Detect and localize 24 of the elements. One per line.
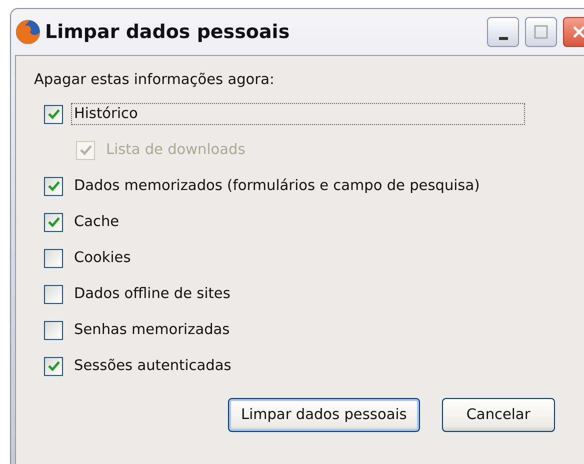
checkbox[interactable] — [44, 248, 63, 268]
section-heading: Apagar estas informações agora: — [34, 72, 276, 88]
checkbox[interactable] — [44, 356, 63, 376]
cancel-button[interactable]: Cancelar — [442, 398, 555, 432]
minimize-icon — [498, 36, 508, 40]
checkbox-label[interactable]: Dados offline de sites — [71, 283, 234, 305]
checkbox-label[interactable]: Senhas memorizadas — [71, 319, 233, 341]
checkbox[interactable] — [44, 320, 63, 340]
checkbox-label[interactable]: Cookies — [71, 247, 134, 269]
maximize-icon — [534, 25, 548, 39]
window-title: Limpar dados pessoais — [45, 21, 291, 43]
confirm-button[interactable]: Limpar dados pessoais — [228, 398, 420, 432]
close-icon — [572, 25, 584, 39]
checkbox-label[interactable]: Cache — [71, 211, 122, 233]
checkbox[interactable] — [44, 212, 63, 232]
minimize-button[interactable] — [487, 17, 519, 47]
checkbox[interactable] — [44, 104, 63, 124]
checkbox[interactable] — [44, 284, 63, 304]
browser-logo-icon — [15, 19, 41, 45]
checkbox-label[interactable]: Histórico — [71, 103, 525, 125]
maximize-button[interactable] — [525, 17, 557, 47]
checkbox-label[interactable]: Sessões autenticadas — [71, 355, 234, 377]
checkbox[interactable] — [44, 176, 63, 196]
checkbox-label[interactable]: Dados memorizados (formulários e campo de pesquisa) — [71, 175, 483, 197]
